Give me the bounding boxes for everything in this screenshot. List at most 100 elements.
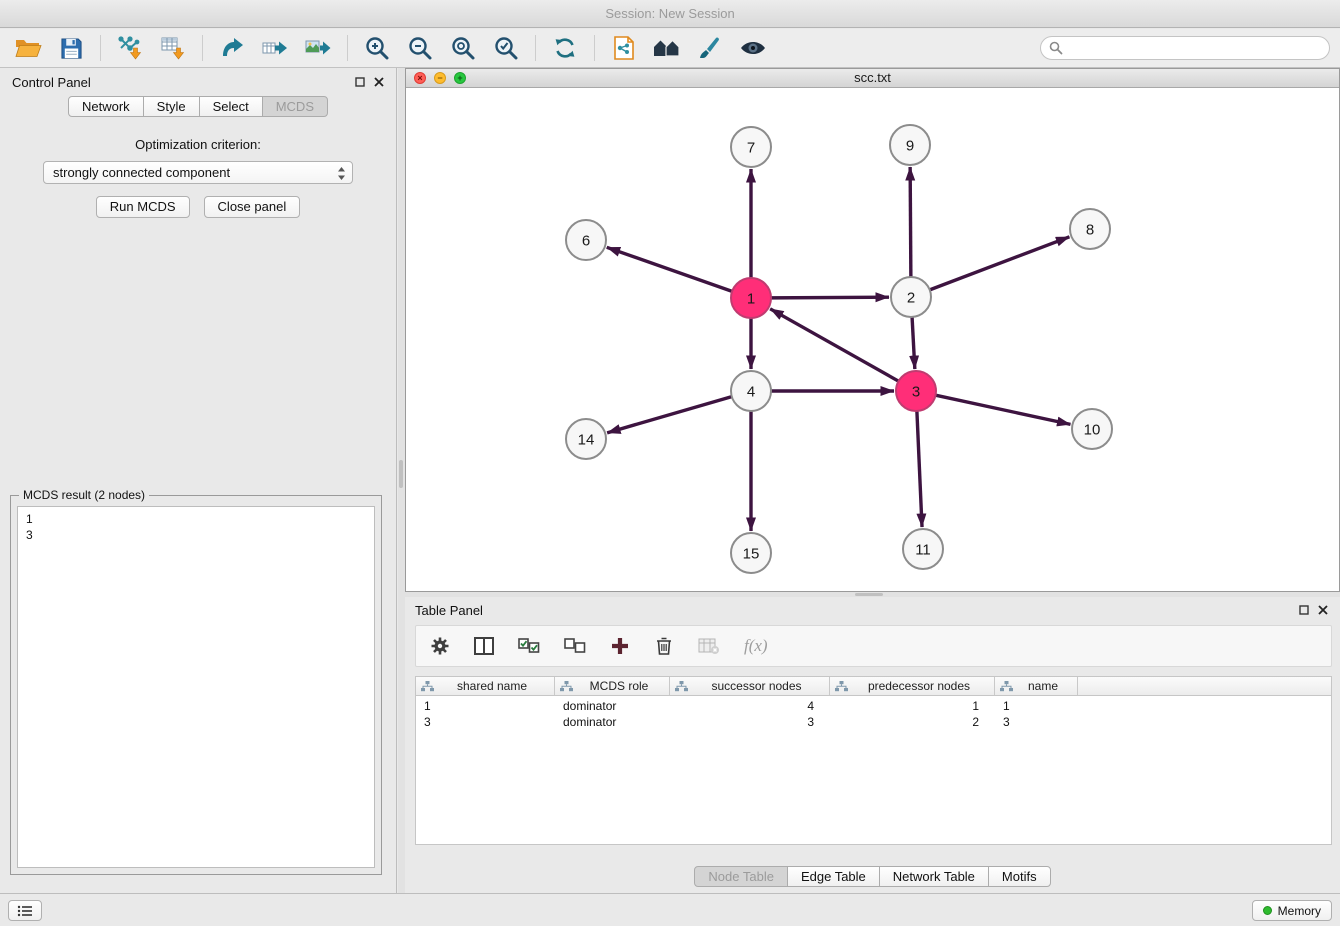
window-zoom-button[interactable]: + [454,72,466,84]
unselect-all-icon [564,638,586,654]
float-table-panel-button[interactable] [1299,605,1309,615]
close-panel-button-lower[interactable]: Close panel [204,196,301,218]
show-hide-button[interactable] [735,32,771,64]
mcds-result-view[interactable]: 1 3 [17,506,375,868]
table-tab-node-table[interactable]: Node Table [694,866,788,887]
table-panel-tabs: Node TableEdge TableNetwork TableMotifs [694,866,1050,887]
column-type-icon [560,681,573,692]
save-session-button[interactable] [53,32,89,64]
tab-select[interactable]: Select [199,96,263,117]
zoom-out-button[interactable] [402,32,438,64]
network-window-titlebar: × − + scc.txt [406,69,1339,88]
table-settings-button[interactable] [430,636,450,656]
network-from-clipboard-button[interactable] [606,32,642,64]
node-14[interactable]: 14 [566,419,606,459]
open-folder-icon [14,36,42,60]
column-header-predecessor-nodes[interactable]: predecessor nodes [830,677,995,695]
import-table-icon [160,35,186,61]
criterion-dropdown[interactable]: strongly connected component [43,161,353,184]
select-all-button[interactable] [518,638,540,654]
toolbar-separator [100,35,101,61]
svg-text:4: 4 [747,383,755,400]
node-1[interactable]: 1 [731,278,771,318]
table-tab-motifs[interactable]: Motifs [988,866,1051,887]
export-network-button[interactable] [214,32,250,64]
column-header-shared-name[interactable]: shared name [416,677,555,695]
run-mcds-button[interactable]: Run MCDS [96,196,190,218]
svg-text:1: 1 [747,290,755,307]
window-close-button[interactable]: × [414,72,426,84]
edge-3-1[interactable] [770,309,898,381]
float-panel-button[interactable] [355,77,365,87]
edge-2-9[interactable] [910,167,911,277]
edge-2-3[interactable] [912,317,915,369]
edge-1-2[interactable] [771,297,889,298]
node-8[interactable]: 8 [1070,209,1110,249]
edge-3-11[interactable] [917,411,922,527]
close-table-panel-button[interactable] [1318,605,1328,615]
tab-network[interactable]: Network [68,96,144,117]
edge-1-6[interactable] [607,247,732,291]
column-header-name[interactable]: name [995,677,1078,695]
table-tab-network-table[interactable]: Network Table [879,866,989,887]
search-input[interactable] [1040,36,1330,60]
toolbar-separator [594,35,595,61]
window-minimize-button[interactable]: − [434,72,446,84]
mcds-result-text: 1 3 [18,507,374,547]
delete-rows-button[interactable] [654,636,674,656]
unselect-all-button[interactable] [564,638,586,654]
node-11[interactable]: 11 [903,529,943,569]
refresh-icon [552,35,578,61]
edge-4-14[interactable] [607,397,732,433]
table-toolbar: f(x) [415,625,1332,667]
toolbar-separator [535,35,536,61]
memory-label: Memory [1278,904,1321,918]
table-row[interactable]: 1dominator411 [416,698,1331,714]
cell-successor-nodes: 3 [670,715,830,729]
edge-3-10[interactable] [936,395,1071,424]
node-3[interactable]: 3 [896,371,936,411]
column-type-icon [421,681,434,692]
import-table-button[interactable] [155,32,191,64]
column-header-filler [1078,677,1331,695]
table-row[interactable]: 3dominator323 [416,714,1331,730]
tab-style[interactable]: Style [143,96,200,117]
tab-mcds[interactable]: MCDS [262,96,328,117]
network-view-window: × − + scc.txt 7 9 6 8 1 2 4 3 14 10 15 11 [405,68,1340,592]
refresh-view-button[interactable] [547,32,583,64]
node-9[interactable]: 9 [890,125,930,165]
zoom-in-button[interactable] [359,32,395,64]
add-row-button[interactable] [610,636,630,656]
column-header-successor-nodes[interactable]: successor nodes [670,677,830,695]
node-10[interactable]: 10 [1072,409,1112,449]
svg-text:15: 15 [743,545,760,562]
open-session-button[interactable] [10,32,46,64]
export-image-button[interactable] [300,32,336,64]
columns-icon [474,637,494,655]
node-2[interactable]: 2 [891,277,931,317]
apply-style-button[interactable] [692,32,728,64]
node-6[interactable]: 6 [566,220,606,260]
export-table-button[interactable] [257,32,293,64]
svg-text:6: 6 [582,232,590,249]
node-7[interactable]: 7 [731,127,771,167]
search-icon [1049,41,1063,55]
delete-table-button [698,637,720,655]
node-4[interactable]: 4 [731,371,771,411]
edge-2-8[interactable] [930,237,1070,290]
table-tab-edge-table[interactable]: Edge Table [787,866,880,887]
show-columns-button[interactable] [474,637,494,655]
column-header-MCDS-role[interactable]: MCDS role [555,677,670,695]
home-networks-button[interactable] [649,32,685,64]
zoom-fit-button[interactable] [445,32,481,64]
memory-button[interactable]: Memory [1252,900,1332,921]
vertical-splitter[interactable] [398,68,405,893]
task-history-button[interactable] [8,900,42,921]
float-icon [355,77,365,87]
svg-text:9: 9 [906,137,914,154]
node-15[interactable]: 15 [731,533,771,573]
network-canvas[interactable]: 7 9 6 8 1 2 4 3 14 10 15 11 [406,88,1339,591]
import-network-button[interactable] [112,32,148,64]
zoom-selected-button[interactable] [488,32,524,64]
close-panel-button[interactable] [374,77,384,87]
